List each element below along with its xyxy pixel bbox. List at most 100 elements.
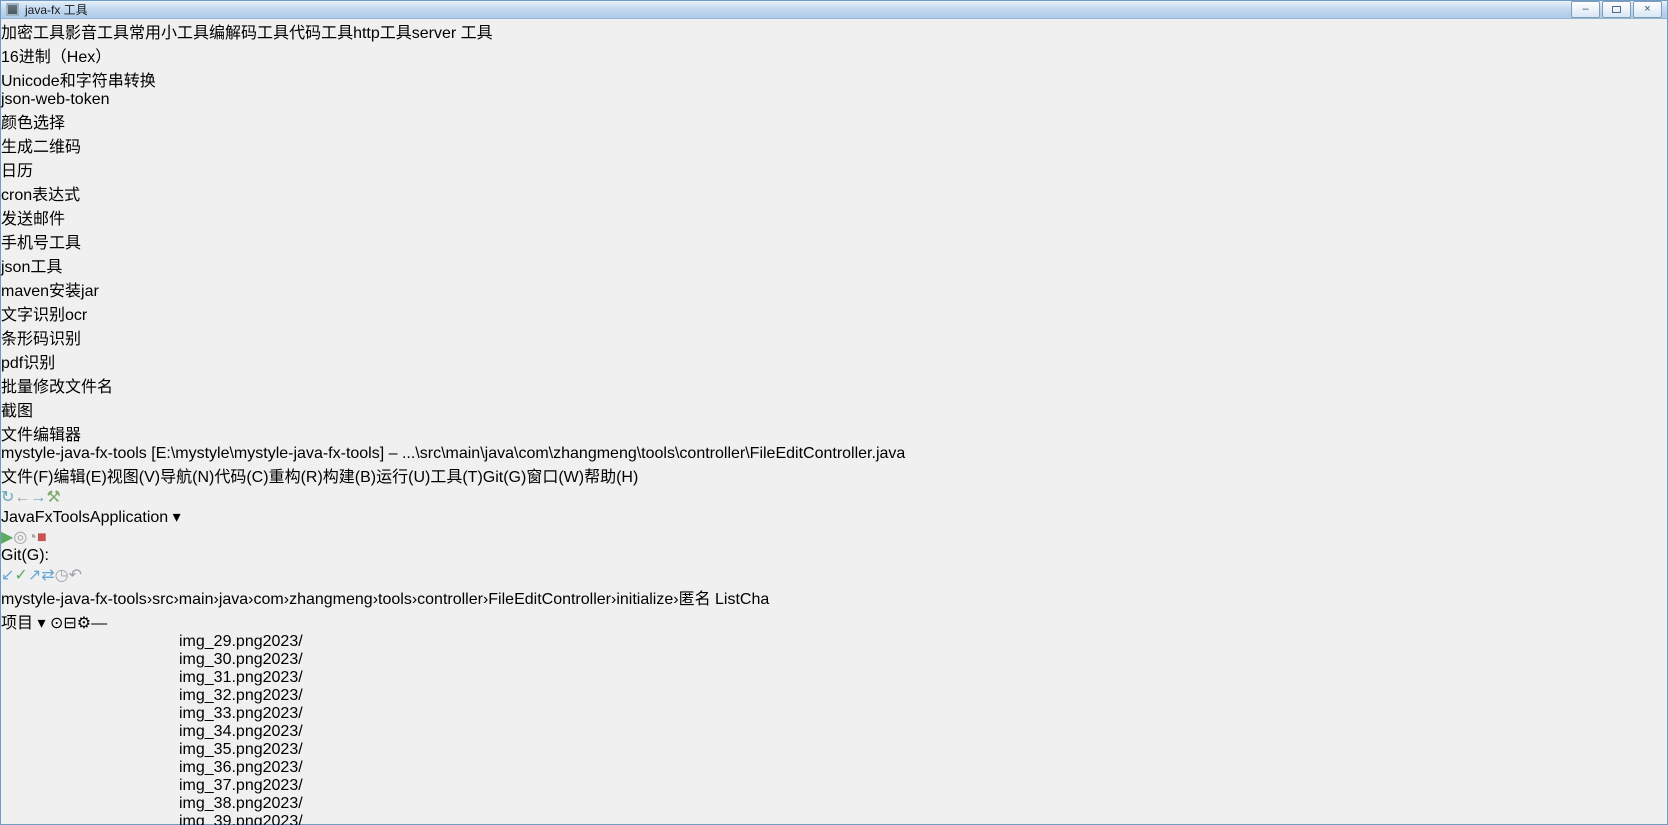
sidebar-item[interactable]: json工具 [1, 253, 1667, 277]
commit-icon[interactable]: ✓ [14, 567, 27, 584]
ide-menu-item[interactable]: 重构(R) [269, 469, 323, 486]
maximize-button[interactable] [1602, 1, 1631, 18]
app-menu-item[interactable]: server 工具 [412, 25, 493, 42]
sidebar-item[interactable]: 截图 [1, 397, 1667, 421]
fetch-icon[interactable]: ⇄ [41, 567, 54, 584]
forward-icon[interactable]: → [30, 489, 46, 506]
toolbar-git: ↙✓↗⇄◷↶ [1, 565, 1667, 585]
ide-menu-item[interactable]: 窗口(W) [526, 469, 584, 486]
ide-menu-item[interactable]: 编辑(E) [53, 469, 106, 486]
close-button[interactable]: × [1633, 1, 1662, 18]
sidebar-item[interactable]: maven安装jar [1, 277, 1667, 301]
sidebar-item[interactable]: pdf识别 [1, 349, 1667, 373]
push-icon[interactable]: ↗ [28, 567, 41, 584]
breadcrumb-item[interactable]: src [152, 591, 173, 608]
chevron-down-icon[interactable]: ▾ [37, 615, 45, 632]
file-name: img_38.png [179, 795, 263, 812]
rollback-icon[interactable]: ↶ [69, 567, 82, 584]
sidebar-item[interactable]: 批量修改文件名 [1, 373, 1667, 397]
tree-item-file[interactable]: img_32.png2023/ [1, 687, 1667, 705]
tree-item-file[interactable]: img_35.png2023/ [1, 741, 1667, 759]
breadcrumb-label: zhangmeng [289, 591, 373, 608]
app-menu-item[interactable]: 影音工具 [65, 25, 129, 42]
file-name: img_30.png [179, 651, 263, 668]
file-date: 2023/ [263, 813, 303, 825]
settings-gear-icon[interactable]: ⚙ [77, 615, 91, 632]
coverage-icon[interactable]: ◎ [13, 529, 27, 546]
sidebar-item[interactable]: 条形码识别 [1, 325, 1667, 349]
sidebar-item[interactable]: 发送邮件 [1, 205, 1667, 229]
breadcrumb-item[interactable]: controller [417, 591, 483, 608]
ide-menu-item[interactable]: 代码(C) [214, 469, 268, 486]
ide-menu-item[interactable]: 文件(F) [1, 469, 53, 486]
sidebar-item[interactable]: 16进制（Hex） [1, 43, 1667, 67]
breadcrumb-item[interactable]: FileEditController [488, 591, 611, 608]
breadcrumb-label: controller [417, 591, 483, 608]
run-config-label: JavaFxToolsApplication [1, 509, 168, 526]
app-menu-item[interactable]: 加密工具 [1, 25, 65, 42]
run-config-select[interactable]: JavaFxToolsApplication ▾ [1, 507, 1667, 527]
tree-item-file[interactable]: img_33.png2023/ [1, 705, 1667, 723]
sidebar-item[interactable]: json-web-token [1, 91, 1667, 109]
sidebar-item-label: 16进制（Hex） [1, 49, 111, 66]
tree-item-file[interactable]: img_37.png2023/ [1, 777, 1667, 795]
file-name: img_39.png [179, 813, 263, 825]
breadcrumb-item[interactable]: mystyle-java-fx-tools [1, 591, 147, 608]
sidebar-item[interactable]: 颜色选择 [1, 109, 1667, 133]
minimize-button[interactable]: – [1571, 1, 1600, 18]
sync-icon[interactable]: ↻ [1, 489, 14, 506]
ide-menu-item[interactable]: 构建(B) [323, 469, 376, 486]
ide-menu-item[interactable]: 帮助(H) [584, 469, 638, 486]
sidebar-item[interactable]: 手机号工具 [1, 229, 1667, 253]
file-date: 2023/ [263, 795, 303, 812]
back-icon[interactable]: ← [14, 489, 30, 506]
ide-menu-item[interactable]: Git(G) [483, 469, 527, 486]
toolbar-run: ▶◎◔■ [1, 527, 1667, 547]
build-hammer-icon[interactable]: ⚒ [46, 489, 60, 506]
app-menu-item[interactable]: 代码工具 [289, 25, 353, 42]
tree-item-file[interactable]: img_31.png2023/ [1, 669, 1667, 687]
breadcrumb-item[interactable]: main [179, 591, 214, 608]
sidebar-item-label: json工具 [1, 259, 62, 276]
locate-icon[interactable]: ⊙ [50, 615, 63, 632]
update-project-icon[interactable]: ↙ [1, 567, 14, 584]
breadcrumb-item[interactable]: initialize [616, 591, 673, 608]
file-date: 2023/ [263, 687, 303, 704]
sidebar-item[interactable]: 文件编辑器 [1, 421, 1667, 445]
stop-icon[interactable]: ■ [37, 529, 47, 546]
tree-item-file[interactable]: img_29.png2023/ [1, 633, 1667, 651]
app-menu-item[interactable]: 编解码工具 [209, 25, 289, 42]
breadcrumb-item[interactable]: com [254, 591, 284, 608]
ide-menu-item[interactable]: 导航(N) [160, 469, 214, 486]
sidebar-item[interactable]: cron表达式 [1, 181, 1667, 205]
hide-panel-icon[interactable]: — [91, 615, 107, 632]
app-titlebar[interactable]: java-fx 工具 – × [1, 1, 1667, 19]
ide-menu-item[interactable]: 运行(U) [376, 469, 430, 486]
sidebar-item[interactable]: Unicode和字符串转换 [1, 67, 1667, 91]
breadcrumb-item[interactable]: tools [378, 591, 412, 608]
tree-item-file[interactable]: img_36.png2023/ [1, 759, 1667, 777]
tree-item-file[interactable]: img_39.png2023/ [1, 813, 1667, 825]
tree-item-file[interactable]: img_30.png2023/ [1, 651, 1667, 669]
project-title[interactable]: 项目 [1, 615, 33, 632]
app-menu-item[interactable]: http工具 [353, 25, 412, 42]
app-menu-item[interactable]: 常用小工具 [129, 25, 209, 42]
ide-menu-item[interactable]: 视图(V) [107, 469, 160, 486]
tree-item-file[interactable]: img_38.png2023/ [1, 795, 1667, 813]
breadcrumb-item[interactable]: java [219, 591, 248, 608]
tree-item-file[interactable]: img_34.png2023/ [1, 723, 1667, 741]
sidebar-item[interactable]: 生成二维码 [1, 133, 1667, 157]
ide-titlebar[interactable]: mystyle-java-fx-tools [E:\mystyle\mystyl… [1, 445, 1667, 463]
collapse-all-icon[interactable]: ⊟ [63, 615, 76, 632]
sidebar-item[interactable]: 日历 [1, 157, 1667, 181]
run-icon[interactable]: ▶ [1, 529, 13, 546]
history-icon[interactable]: ◷ [55, 567, 69, 584]
ide-menu-item[interactable]: 工具(T) [430, 469, 482, 486]
breadcrumb-item[interactable]: zhangmeng [289, 591, 373, 608]
profiler-icon[interactable]: ◔ [27, 529, 37, 546]
sidebar-item[interactable]: 文字识别ocr [1, 301, 1667, 325]
sidebar-item-label: 日历 [1, 163, 33, 180]
project-actions: ⊙⊟⚙— [50, 615, 107, 632]
sidebar-item-label: maven安装jar [1, 283, 99, 300]
breadcrumb-item[interactable]: 匿名 ListCha [679, 591, 770, 608]
